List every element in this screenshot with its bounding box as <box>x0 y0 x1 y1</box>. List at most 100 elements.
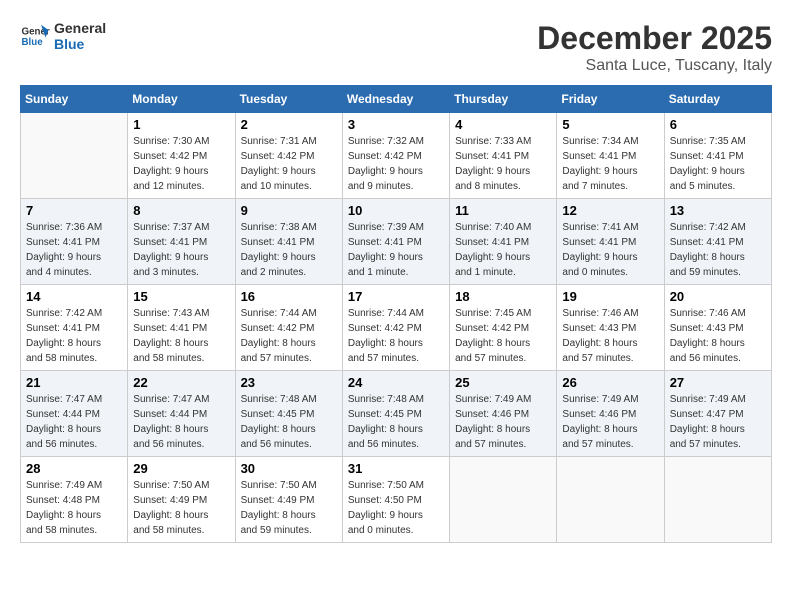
day-detail: Sunrise: 7:42 AM Sunset: 4:41 PM Dayligh… <box>26 306 122 366</box>
svg-text:Blue: Blue <box>22 37 44 48</box>
day-number: 21 <box>26 375 122 390</box>
calendar-cell: 20 Sunrise: 7:46 AM Sunset: 4:43 PM Dayli… <box>664 285 771 371</box>
calendar-cell <box>21 113 128 199</box>
day-detail: Sunrise: 7:48 AM Sunset: 4:45 PM Dayligh… <box>241 392 337 452</box>
calendar-cell: 1 Sunrise: 7:30 AM Sunset: 4:42 PM Daylig… <box>128 113 235 199</box>
day-number: 10 <box>348 203 444 218</box>
week-row-5: 28Sunrise: 7:49 AM Sunset: 4:48 PM Dayli… <box>21 457 772 543</box>
day-number: 22 <box>133 375 229 390</box>
header-row: SundayMondayTuesdayWednesdayThursdayFrid… <box>21 86 772 113</box>
day-detail: Sunrise: 7:44 AM Sunset: 4:42 PM Dayligh… <box>241 306 337 366</box>
day-number: 19 <box>562 289 658 304</box>
calendar-cell: 11Sunrise: 7:40 AM Sunset: 4:41 PM Dayli… <box>450 199 557 285</box>
header-day-friday: Friday <box>557 86 664 113</box>
calendar-cell <box>664 457 771 543</box>
calendar-cell: 28Sunrise: 7:49 AM Sunset: 4:48 PM Dayli… <box>21 457 128 543</box>
header-day-sunday: Sunday <box>21 86 128 113</box>
title-area: December 2025 Santa Luce, Tuscany, Italy <box>537 20 772 75</box>
calendar-cell: 15 Sunrise: 7:43 AM Sunset: 4:41 PM Dayli… <box>128 285 235 371</box>
header-day-monday: Monday <box>128 86 235 113</box>
day-number: 18 <box>455 289 551 304</box>
location-subtitle: Santa Luce, Tuscany, Italy <box>537 57 772 75</box>
logo-text-line1: General <box>54 20 106 36</box>
calendar-table: SundayMondayTuesdayWednesdayThursdayFrid… <box>20 85 772 543</box>
calendar-cell: 14 Sunrise: 7:42 AM Sunset: 4:41 PM Dayli… <box>21 285 128 371</box>
day-detail: Sunrise: 7:30 AM Sunset: 4:42 PM Dayligh… <box>133 134 229 194</box>
calendar-cell: 16 Sunrise: 7:44 AM Sunset: 4:42 PM Dayli… <box>235 285 342 371</box>
calendar-cell: 3Sunrise: 7:32 AM Sunset: 4:42 PM Daylig… <box>342 113 449 199</box>
calendar-cell: 24Sunrise: 7:48 AM Sunset: 4:45 PM Dayli… <box>342 371 449 457</box>
calendar-cell: 17Sunrise: 7:44 AM Sunset: 4:42 PM Dayli… <box>342 285 449 371</box>
day-detail: Sunrise: 7:35 AM Sunset: 4:41 PM Dayligh… <box>670 134 766 194</box>
day-number: 20 <box>670 289 766 304</box>
day-number: 26 <box>562 375 658 390</box>
logo: General Blue General Blue <box>20 20 106 52</box>
day-detail: Sunrise: 7:49 AM Sunset: 4:48 PM Dayligh… <box>26 478 122 538</box>
day-detail: Sunrise: 7:49 AM Sunset: 4:46 PM Dayligh… <box>562 392 658 452</box>
calendar-cell: 25Sunrise: 7:49 AM Sunset: 4:46 PM Dayli… <box>450 371 557 457</box>
day-detail: Sunrise: 7:40 AM Sunset: 4:41 PM Dayligh… <box>455 220 551 280</box>
calendar-cell: 4 Sunrise: 7:33 AM Sunset: 4:41 PM Daylig… <box>450 113 557 199</box>
day-number: 31 <box>348 461 444 476</box>
day-number: 5 <box>562 117 658 132</box>
day-detail: Sunrise: 7:36 AM Sunset: 4:41 PM Dayligh… <box>26 220 122 280</box>
week-row-1: 1 Sunrise: 7:30 AM Sunset: 4:42 PM Daylig… <box>21 113 772 199</box>
calendar-cell: 12 Sunrise: 7:41 AM Sunset: 4:41 PM Dayli… <box>557 199 664 285</box>
day-number: 7 <box>26 203 122 218</box>
day-detail: Sunrise: 7:41 AM Sunset: 4:41 PM Dayligh… <box>562 220 658 280</box>
calendar-cell <box>450 457 557 543</box>
calendar-cell: 7 Sunrise: 7:36 AM Sunset: 4:41 PM Daylig… <box>21 199 128 285</box>
day-detail: Sunrise: 7:50 AM Sunset: 4:49 PM Dayligh… <box>241 478 337 538</box>
day-number: 8 <box>133 203 229 218</box>
day-number: 14 <box>26 289 122 304</box>
calendar-cell: 2Sunrise: 7:31 AM Sunset: 4:42 PM Daylig… <box>235 113 342 199</box>
day-number: 1 <box>133 117 229 132</box>
day-number: 16 <box>241 289 337 304</box>
day-detail: Sunrise: 7:49 AM Sunset: 4:47 PM Dayligh… <box>670 392 766 452</box>
day-number: 27 <box>670 375 766 390</box>
day-detail: Sunrise: 7:50 AM Sunset: 4:49 PM Dayligh… <box>133 478 229 538</box>
day-detail: Sunrise: 7:33 AM Sunset: 4:41 PM Dayligh… <box>455 134 551 194</box>
day-number: 30 <box>241 461 337 476</box>
day-number: 12 <box>562 203 658 218</box>
calendar-cell: 18 Sunrise: 7:45 AM Sunset: 4:42 PM Dayli… <box>450 285 557 371</box>
calendar-cell: 26 Sunrise: 7:49 AM Sunset: 4:46 PM Dayli… <box>557 371 664 457</box>
calendar-cell: 22 Sunrise: 7:47 AM Sunset: 4:44 PM Dayli… <box>128 371 235 457</box>
calendar-cell: 5Sunrise: 7:34 AM Sunset: 4:41 PM Daylig… <box>557 113 664 199</box>
calendar-cell: 31 Sunrise: 7:50 AM Sunset: 4:50 PM Dayli… <box>342 457 449 543</box>
calendar-cell: 8 Sunrise: 7:37 AM Sunset: 4:41 PM Daylig… <box>128 199 235 285</box>
day-detail: Sunrise: 7:37 AM Sunset: 4:41 PM Dayligh… <box>133 220 229 280</box>
day-detail: Sunrise: 7:47 AM Sunset: 4:44 PM Dayligh… <box>26 392 122 452</box>
header-day-thursday: Thursday <box>450 86 557 113</box>
day-detail: Sunrise: 7:48 AM Sunset: 4:45 PM Dayligh… <box>348 392 444 452</box>
week-row-4: 21 Sunrise: 7:47 AM Sunset: 4:44 PM Dayli… <box>21 371 772 457</box>
calendar-cell: 23 Sunrise: 7:48 AM Sunset: 4:45 PM Dayli… <box>235 371 342 457</box>
day-number: 29 <box>133 461 229 476</box>
day-detail: Sunrise: 7:43 AM Sunset: 4:41 PM Dayligh… <box>133 306 229 366</box>
logo-text-line2: Blue <box>54 36 106 52</box>
calendar-cell: 9Sunrise: 7:38 AM Sunset: 4:41 PM Daylig… <box>235 199 342 285</box>
header-day-saturday: Saturday <box>664 86 771 113</box>
day-number: 23 <box>241 375 337 390</box>
day-detail: Sunrise: 7:46 AM Sunset: 4:43 PM Dayligh… <box>670 306 766 366</box>
day-number: 4 <box>455 117 551 132</box>
day-detail: Sunrise: 7:46 AM Sunset: 4:43 PM Dayligh… <box>562 306 658 366</box>
calendar-cell: 29 Sunrise: 7:50 AM Sunset: 4:49 PM Dayli… <box>128 457 235 543</box>
day-number: 15 <box>133 289 229 304</box>
week-row-2: 7 Sunrise: 7:36 AM Sunset: 4:41 PM Daylig… <box>21 199 772 285</box>
calendar-cell <box>557 457 664 543</box>
day-detail: Sunrise: 7:45 AM Sunset: 4:42 PM Dayligh… <box>455 306 551 366</box>
calendar-cell: 13Sunrise: 7:42 AM Sunset: 4:41 PM Dayli… <box>664 199 771 285</box>
calendar-cell: 10Sunrise: 7:39 AM Sunset: 4:41 PM Dayli… <box>342 199 449 285</box>
logo-icon: General Blue <box>20 21 50 51</box>
day-detail: Sunrise: 7:47 AM Sunset: 4:44 PM Dayligh… <box>133 392 229 452</box>
day-number: 6 <box>670 117 766 132</box>
month-title: December 2025 <box>537 20 772 57</box>
day-detail: Sunrise: 7:42 AM Sunset: 4:41 PM Dayligh… <box>670 220 766 280</box>
day-detail: Sunrise: 7:31 AM Sunset: 4:42 PM Dayligh… <box>241 134 337 194</box>
header-day-wednesday: Wednesday <box>342 86 449 113</box>
day-detail: Sunrise: 7:50 AM Sunset: 4:50 PM Dayligh… <box>348 478 444 538</box>
day-detail: Sunrise: 7:44 AM Sunset: 4:42 PM Dayligh… <box>348 306 444 366</box>
day-number: 3 <box>348 117 444 132</box>
calendar-cell: 21 Sunrise: 7:47 AM Sunset: 4:44 PM Dayli… <box>21 371 128 457</box>
